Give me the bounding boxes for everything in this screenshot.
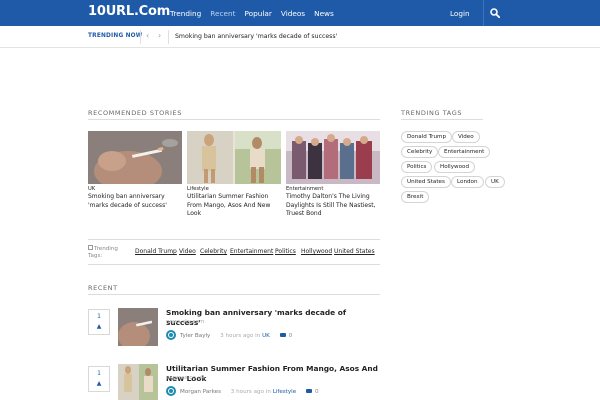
author-link[interactable]: Tyler Bayly [180, 333, 210, 339]
next-arrow-icon[interactable]: › [158, 31, 161, 40]
divider [140, 30, 141, 44]
trending-tags-row: Trending Tags: Donald Trump Video Celebr… [88, 243, 380, 264]
tag-pill[interactable]: Video [452, 131, 480, 143]
tag-pill[interactable]: Celebrity [401, 146, 439, 158]
divider [88, 239, 380, 240]
story-card[interactable]: UK Smoking ban anniversary 'marks decade… [88, 131, 182, 210]
story-card[interactable]: Lifestyle Utilitarian Summer Fashion Fro… [187, 131, 281, 219]
trending-headline-link[interactable]: Smoking ban anniversary 'marks decade of… [175, 33, 337, 40]
divider [88, 119, 380, 120]
author-link[interactable]: Morgan Parkes [180, 389, 221, 395]
nav-link-news[interactable]: News [314, 9, 334, 18]
tag-link[interactable]: Hollywood [301, 248, 332, 255]
nav-link-videos[interactable]: Videos [281, 9, 305, 18]
story-category[interactable]: UK [88, 186, 182, 192]
upvote-box[interactable]: 1 ▲ [88, 366, 110, 392]
tag-link[interactable]: Politics [275, 248, 296, 255]
tag-link[interactable]: Entertainment [230, 248, 273, 255]
trending-tags-label: Trending Tags: [88, 245, 118, 259]
story-title[interactable]: Timothy Dalton's The Living Daylights Is… [286, 193, 380, 219]
recommended-stories-heading: RECOMMENDED STORIES [88, 109, 182, 117]
recent-thumbnail[interactable] [118, 364, 158, 400]
tag-pill[interactable]: Hollywood [434, 161, 476, 173]
time-ago: 3 hours ago in [230, 389, 271, 395]
avatar[interactable] [166, 386, 176, 396]
comment-count[interactable]: 0 [289, 333, 293, 339]
vote-count: 1 [97, 370, 101, 377]
recent-thumbnail[interactable] [118, 308, 158, 346]
site-logo[interactable]: 10URL.Com [88, 4, 170, 19]
recent-meta: Morgan Parkes 3 hours ago in Lifestyle 0 [180, 389, 319, 395]
top-navbar: 10URL.Com Trending Recent Popular Videos… [0, 0, 600, 26]
nav-link-popular[interactable]: Popular [244, 9, 271, 18]
comment-count[interactable]: 0 [315, 389, 319, 395]
story-image[interactable] [88, 131, 182, 184]
divider [401, 119, 483, 120]
tag-pill[interactable]: UK [485, 176, 505, 188]
tag-link[interactable]: Video [179, 248, 196, 255]
category-link[interactable]: UK [262, 333, 270, 339]
recent-source: news.sky.com [166, 319, 205, 325]
avatar[interactable] [166, 330, 176, 340]
tag-link[interactable]: Celebrity [200, 248, 227, 255]
upvote-box[interactable]: 1 ▲ [88, 309, 110, 335]
nav-link-trending[interactable]: Trending [170, 9, 201, 18]
upvote-arrow-icon[interactable]: ▲ [89, 323, 109, 330]
story-title[interactable]: Utilitarian Summer Fashion From Mango, A… [187, 193, 281, 219]
tag-pill[interactable]: Entertainment [438, 146, 491, 158]
recent-meta: Tyler Bayly 3 hours ago in UK 0 [180, 333, 292, 339]
divider [168, 30, 169, 44]
comment-icon [279, 333, 286, 337]
time-ago: 3 hours ago in [220, 333, 261, 339]
recent-heading: RECENT [88, 284, 118, 292]
story-title[interactable]: Smoking ban anniversary 'marks decade of… [88, 193, 182, 210]
upvote-arrow-icon[interactable]: ▲ [89, 380, 109, 387]
login-link[interactable]: Login [450, 9, 470, 18]
tag-pill[interactable]: London [451, 176, 484, 188]
nav-link-recent[interactable]: Recent [210, 9, 235, 18]
prev-arrow-icon[interactable]: ‹ [146, 31, 149, 40]
tag-icon [88, 245, 93, 250]
story-image[interactable] [187, 131, 281, 184]
story-card[interactable]: Entertainment Timothy Dalton's The Livin… [286, 131, 380, 219]
tag-pill[interactable]: Brexit [401, 191, 430, 203]
story-category[interactable]: Lifestyle [187, 186, 281, 192]
tag-pill[interactable]: Donald Trump [401, 131, 453, 143]
trending-tags-heading: TRENDING TAGS [401, 109, 463, 117]
tag-pill[interactable]: United States [401, 176, 451, 188]
search-icon [489, 8, 500, 18]
trending-now-bar: TRENDING NOW ‹ › Smoking ban anniversary… [0, 26, 600, 48]
tag-link[interactable]: United States [334, 248, 375, 255]
divider [88, 294, 380, 295]
story-category[interactable]: Entertainment [286, 186, 380, 192]
search-button[interactable] [483, 0, 505, 26]
comment-icon [305, 389, 312, 393]
trending-now-label: TRENDING NOW [88, 33, 143, 39]
category-link[interactable]: Lifestyle [273, 389, 297, 395]
vote-count: 1 [97, 313, 101, 320]
tag-pill[interactable]: Politics [401, 161, 433, 173]
story-image[interactable] [286, 131, 380, 184]
main-nav: Trending Recent Popular Videos News [170, 9, 343, 18]
recent-source: express.co.uk [166, 375, 205, 381]
divider [88, 264, 380, 265]
tag-link[interactable]: Donald Trump [135, 248, 177, 255]
